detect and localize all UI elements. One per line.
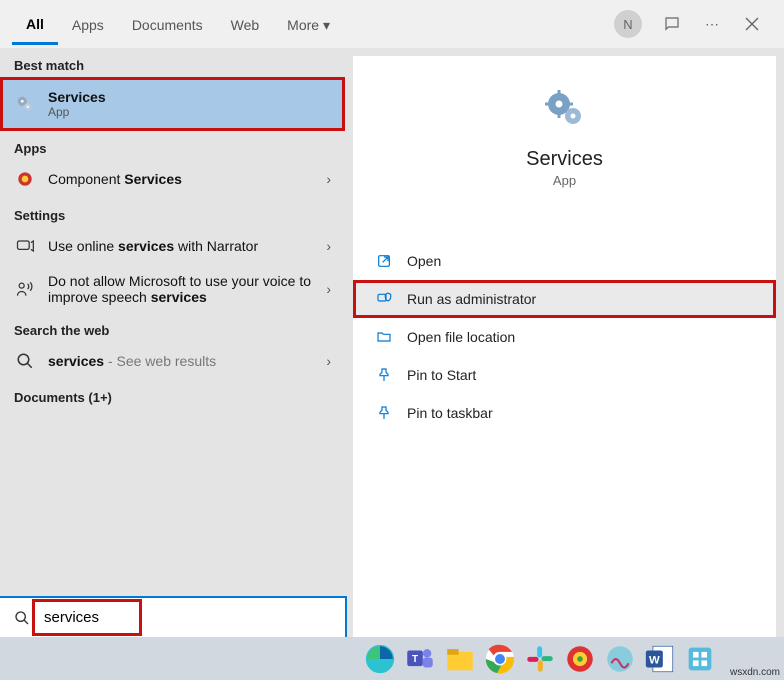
- detail-pane: Services App Open Run as administrator: [353, 56, 776, 637]
- voice-label: Do not allow Microsoft to use your voice…: [48, 273, 311, 305]
- action-open-file-location[interactable]: Open file location: [353, 318, 776, 356]
- taskbar-word[interactable]: W: [643, 642, 677, 676]
- detail-title: Services: [353, 148, 776, 171]
- tab-more[interactable]: More ▾: [273, 5, 344, 44]
- result-services-app[interactable]: Services App: [0, 77, 345, 131]
- taskbar-file-explorer[interactable]: [443, 642, 477, 676]
- open-icon: [375, 252, 393, 270]
- action-run-admin-label: Run as administrator: [407, 291, 536, 307]
- close-button[interactable]: [742, 14, 762, 34]
- settings-section-label: Settings: [0, 198, 345, 227]
- tab-documents[interactable]: Documents: [118, 5, 217, 43]
- chevron-right-icon: ›: [326, 238, 331, 254]
- tab-more-label: More: [287, 17, 319, 33]
- result-services-sub: App: [48, 105, 331, 119]
- taskbar-edge[interactable]: [363, 642, 397, 676]
- taskbar-slack[interactable]: [523, 642, 557, 676]
- gears-icon: [14, 93, 36, 115]
- action-pin-to-start[interactable]: Pin to Start: [353, 356, 776, 394]
- result-web-search[interactable]: services - See web results ›: [0, 342, 345, 380]
- svg-text:T: T: [412, 653, 418, 664]
- search-icon: [14, 350, 36, 372]
- taskbar-teams[interactable]: T: [403, 642, 437, 676]
- tab-apps[interactable]: Apps: [58, 5, 118, 43]
- result-voice-services[interactable]: Do not allow Microsoft to use your voice…: [0, 265, 345, 313]
- action-pin-to-taskbar[interactable]: Pin to taskbar: [353, 394, 776, 432]
- detail-subtitle: App: [353, 173, 776, 188]
- taskbar-app-3[interactable]: [683, 642, 717, 676]
- gears-icon: [541, 86, 589, 134]
- tab-all[interactable]: All: [12, 4, 58, 45]
- chevron-right-icon: ›: [326, 171, 331, 187]
- search-tabs: All Apps Documents Web More ▾ N ⋯: [0, 0, 784, 48]
- results-pane: Best match Services App Apps Component S…: [0, 48, 345, 637]
- taskbar-app-2[interactable]: [603, 642, 637, 676]
- folder-icon: [375, 328, 393, 346]
- result-narrator-services[interactable]: Use online services with Narrator ›: [0, 227, 345, 265]
- apps-section-label: Apps: [0, 131, 345, 160]
- shield-icon: [375, 290, 393, 308]
- taskbar: T W: [0, 637, 784, 680]
- search-web-label: Search the web: [0, 313, 345, 342]
- action-pin-taskbar-label: Pin to taskbar: [407, 405, 493, 421]
- svg-text:W: W: [649, 654, 660, 666]
- pin-icon: [375, 366, 393, 384]
- action-open-loc-label: Open file location: [407, 329, 515, 345]
- chevron-right-icon: ›: [326, 281, 331, 297]
- search-input[interactable]: [40, 605, 345, 630]
- component-label: Component Services: [48, 171, 182, 187]
- result-component-services[interactable]: Component Services ›: [0, 160, 345, 198]
- narrator-icon: [14, 235, 36, 257]
- action-run-as-administrator[interactable]: Run as administrator: [353, 280, 776, 318]
- actions-list: Open Run as administrator Open file loca…: [353, 242, 776, 432]
- watermark: wsxdn.com: [730, 667, 780, 678]
- narrator-label: Use online services with Narrator: [48, 238, 258, 254]
- action-pin-start-label: Pin to Start: [407, 367, 476, 383]
- result-services-title: Services: [48, 89, 331, 105]
- chevron-right-icon: ›: [326, 353, 331, 369]
- more-icon[interactable]: ⋯: [702, 14, 722, 34]
- feedback-icon[interactable]: [662, 14, 682, 34]
- component-icon: [14, 168, 36, 190]
- action-open-label: Open: [407, 253, 441, 269]
- taskbar-app-1[interactable]: [563, 642, 597, 676]
- web-label: services - See web results: [48, 353, 216, 369]
- documents-section-label: Documents (1+): [0, 380, 345, 409]
- search-bar[interactable]: [0, 598, 345, 637]
- best-match-label: Best match: [0, 48, 345, 77]
- user-avatar[interactable]: N: [614, 10, 642, 38]
- taskbar-chrome[interactable]: [483, 642, 517, 676]
- tab-web[interactable]: Web: [217, 5, 274, 43]
- search-icon: [12, 608, 32, 628]
- action-open[interactable]: Open: [353, 242, 776, 280]
- voice-icon: [14, 278, 36, 300]
- pin-icon: [375, 404, 393, 422]
